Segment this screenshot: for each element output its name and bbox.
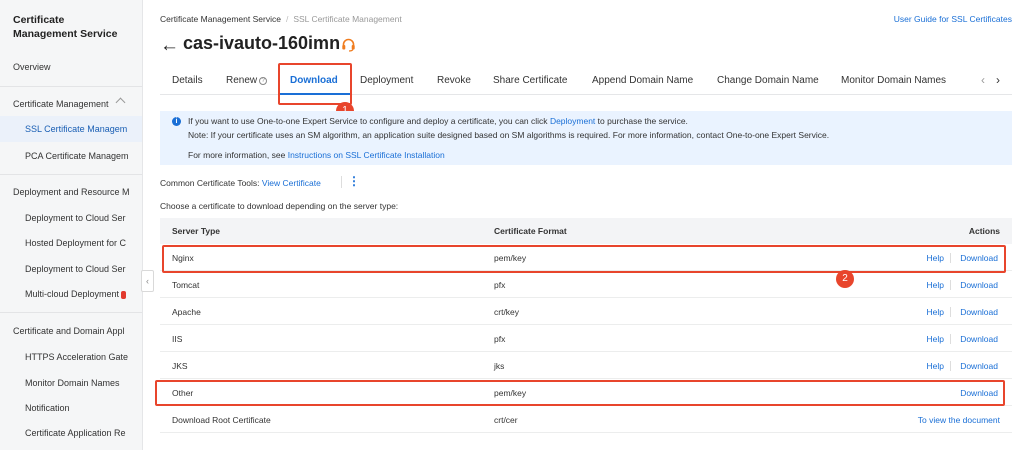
highlight-box-other-row <box>155 380 1005 406</box>
notice-line-3: For more information, see Instructions o… <box>188 150 445 160</box>
help-link[interactable]: Help <box>927 334 944 344</box>
page-title: cas-ivauto-160imn <box>183 33 341 53</box>
download-table: Server Type Certificate Format Actions N… <box>160 218 1012 433</box>
sidebar-collapse-button[interactable]: ‹ <box>141 270 154 292</box>
table-row: IIS pfx Help Download <box>160 325 1012 352</box>
download-button[interactable]: Download <box>960 307 998 317</box>
breadcrumb-current: SSL Certificate Management <box>293 14 402 24</box>
instruction-text: Choose a certificate to download dependi… <box>160 201 399 211</box>
info-icon: i <box>172 117 181 126</box>
server-type-cell: Apache <box>172 307 201 317</box>
sidebar-item-overview[interactable]: Overview <box>13 62 51 72</box>
breadcrumb-separator: / <box>285 14 289 24</box>
sidebar-title: Certificate Management Service <box>13 13 133 41</box>
view-document-link[interactable]: To view the document <box>918 415 1000 425</box>
help-link[interactable]: Help <box>927 307 944 317</box>
table-row: Download Root Certificate crt/cer To vie… <box>160 406 1012 433</box>
table-header: Server Type Certificate Format Actions <box>160 218 1012 244</box>
tab-monitor-domain-names[interactable]: Monitor Domain Names <box>841 75 946 86</box>
sidebar-item-hosted-deployment[interactable]: Hosted Deployment for C <box>25 238 128 248</box>
sidebar-item-certificate-application[interactable]: Certificate Application Re <box>25 428 128 438</box>
notice-text: to purchase the service. <box>597 116 688 126</box>
divider <box>950 334 951 344</box>
installation-instructions-link[interactable]: Instructions on SSL Certificate Installa… <box>288 150 445 160</box>
view-certificate-link[interactable]: View Certificate <box>262 178 321 188</box>
more-vertical-icon[interactable]: ⋮ <box>348 175 360 187</box>
sidebar-divider <box>0 86 142 87</box>
sidebar-item-multi-cloud-label: Multi-cloud Deployment <box>25 289 120 299</box>
tab-share-certificate[interactable]: Share Certificate <box>493 75 567 86</box>
info-notice: i If you want to use One-to-one Expert S… <box>160 111 1012 165</box>
help-link[interactable]: Help <box>927 280 944 290</box>
sidebar-title-line2: Management Service <box>13 28 118 40</box>
chevron-right-icon[interactable]: › <box>996 73 1000 87</box>
headset-icon[interactable] <box>341 38 356 52</box>
tab-renew[interactable]: Renew? <box>226 75 268 86</box>
sidebar-item-notification[interactable]: Notification <box>25 403 128 413</box>
format-cell: crt/key <box>494 307 520 317</box>
sidebar-item-monitor-domain-names[interactable]: Monitor Domain Names <box>25 378 128 388</box>
tools-label: Common Certificate Tools: <box>160 178 260 188</box>
sidebar-item-deployment-to-cloud[interactable]: Deployment to Cloud Ser <box>25 213 128 223</box>
tab-deployment[interactable]: Deployment <box>360 75 413 86</box>
notice-line-1: If you want to use One-to-one Expert Ser… <box>188 116 688 126</box>
format-cell: pfx <box>494 334 506 344</box>
chevron-up-icon[interactable] <box>115 97 126 108</box>
sidebar-title-line1: Certificate <box>13 14 65 26</box>
column-header-certificate-format: Certificate Format <box>494 226 567 236</box>
breadcrumb: Certificate Management Service / SSL Certi… <box>160 14 402 24</box>
download-button[interactable]: Download <box>960 334 998 344</box>
help-link[interactable]: Help <box>927 361 944 371</box>
column-header-server-type: Server Type <box>172 226 221 236</box>
divider <box>950 280 951 290</box>
divider <box>950 307 951 317</box>
help-icon[interactable]: ? <box>259 77 268 85</box>
sidebar-section-deployment[interactable]: Deployment and Resource M <box>13 187 138 197</box>
format-cell: jks <box>494 361 505 371</box>
format-cell: crt/cer <box>494 415 518 425</box>
sidebar-item-ssl-certificate-management[interactable]: SSL Certificate Managem <box>0 116 142 142</box>
user-guide-link[interactable]: User Guide for SSL Certificates <box>894 14 1012 24</box>
new-badge-icon <box>121 290 127 299</box>
server-type-cell: JKS <box>172 361 188 371</box>
sidebar-section-certificate-management[interactable]: Certificate Management <box>13 99 109 109</box>
sidebar-divider <box>0 312 142 313</box>
download-button[interactable]: Download <box>960 280 998 290</box>
sidebar: Certificate Management Service Overview … <box>0 0 143 450</box>
download-button[interactable]: Download <box>960 361 998 371</box>
table-row: Tomcat pfx Help Download <box>160 271 1012 298</box>
tab-renew-label: Renew <box>226 75 258 86</box>
sidebar-item-https-acceleration[interactable]: HTTPS Acceleration Gate <box>25 352 128 362</box>
table-row: JKS jks Help Download <box>160 352 1012 379</box>
breadcrumb-root[interactable]: Certificate Management Service <box>160 14 281 24</box>
notice-line-2: Note: If your certificate uses an SM alg… <box>188 130 830 140</box>
certificate-tools: Common Certificate Tools: View Certifica… <box>160 178 321 188</box>
sidebar-divider <box>0 174 142 175</box>
tab-append-domain-name[interactable]: Append Domain Name <box>592 75 693 86</box>
notice-text: For more information, see <box>188 150 286 160</box>
chevron-left-icon[interactable]: ‹ <box>981 73 985 87</box>
sidebar-item-multi-cloud[interactable]: Multi-cloud Deployment <box>25 289 128 299</box>
format-cell: pfx <box>494 280 506 290</box>
tab-revoke[interactable]: Revoke <box>437 75 471 86</box>
deployment-link[interactable]: Deployment <box>550 116 595 126</box>
tab-details[interactable]: Details <box>172 75 203 86</box>
server-type-cell: IIS <box>172 334 183 344</box>
arrow-left-icon[interactable]: ← <box>160 35 179 57</box>
highlight-box-download-tab <box>278 63 352 105</box>
highlight-box-nginx-row <box>162 245 1006 273</box>
server-type-cell: Tomcat <box>172 280 200 290</box>
column-header-actions: Actions <box>968 226 1000 236</box>
notice-text: If you want to use One-to-one Expert Ser… <box>188 116 548 126</box>
sidebar-section-certificate-domain[interactable]: Certificate and Domain Appl <box>13 326 138 336</box>
table-row: Apache crt/key Help Download <box>160 298 1012 325</box>
step-badge-2: 2 <box>836 270 854 288</box>
sidebar-item-deployment-to-cloud-2[interactable]: Deployment to Cloud Ser <box>25 264 128 274</box>
sidebar-item-pca-certificate-management[interactable]: PCA Certificate Managem <box>25 151 128 161</box>
tab-change-domain-name[interactable]: Change Domain Name <box>717 75 819 86</box>
divider <box>341 176 342 188</box>
divider <box>950 361 951 371</box>
server-type-cell: Download Root Certificate <box>172 415 271 425</box>
